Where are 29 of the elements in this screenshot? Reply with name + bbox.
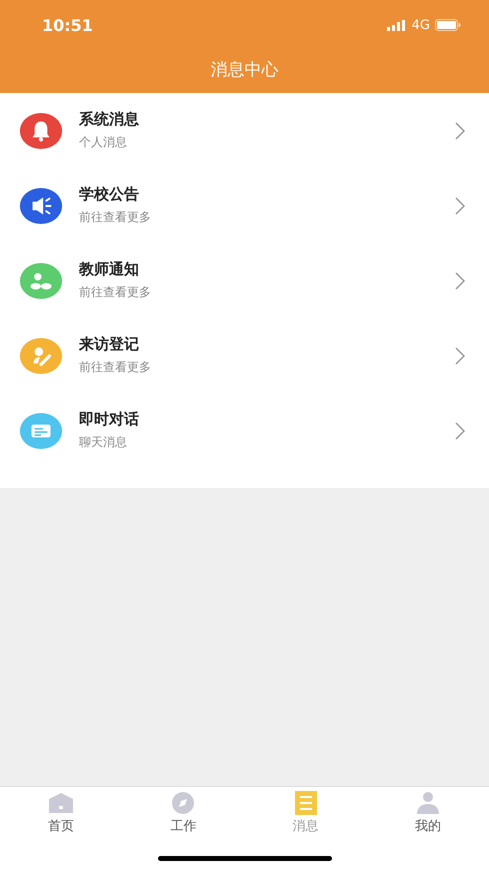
message-subtitle: 前往查看更多 [79,209,151,226]
chevron-icon [455,272,465,290]
message-subtitle: 前往查看更多 [79,359,151,376]
message-item[interactable]: 即时对话 聊天消息 [0,393,489,468]
message-title: 来访登记 [79,335,139,354]
home-icon [47,791,76,815]
header-title: 消息中心 [210,59,278,81]
tab-item[interactable]: 工作 [122,791,244,843]
status-time: 10:51 [42,16,93,34]
tab-item[interactable]: 首页 [0,791,122,843]
message-item[interactable]: 学校公告 前往查看更多 [0,168,489,243]
battery-icon [435,19,461,31]
message-title: 教师通知 [79,260,139,279]
message-item[interactable]: 系统消息 个人消息 [0,93,489,168]
message-subtitle: 个人消息 [79,134,127,151]
chevron-icon [455,346,465,364]
network-label: 4G [412,18,430,32]
message-item[interactable]: 来访登记 前往查看更多 [0,318,489,393]
message-title: 即时对话 [79,410,139,429]
message-subtitle: 聊天消息 [79,434,127,451]
tab-item[interactable]: 我的 [366,791,489,843]
message-title: 学校公告 [79,185,139,204]
chevron-icon [455,122,465,140]
signal-icon [386,20,407,30]
message-item[interactable]: 教师通知 前往查看更多 [0,243,489,318]
chevron-icon [455,196,465,214]
message-title: 系统消息 [79,110,139,129]
chevron-icon [455,422,465,440]
message-subtitle: 前往查看更多 [79,284,151,301]
